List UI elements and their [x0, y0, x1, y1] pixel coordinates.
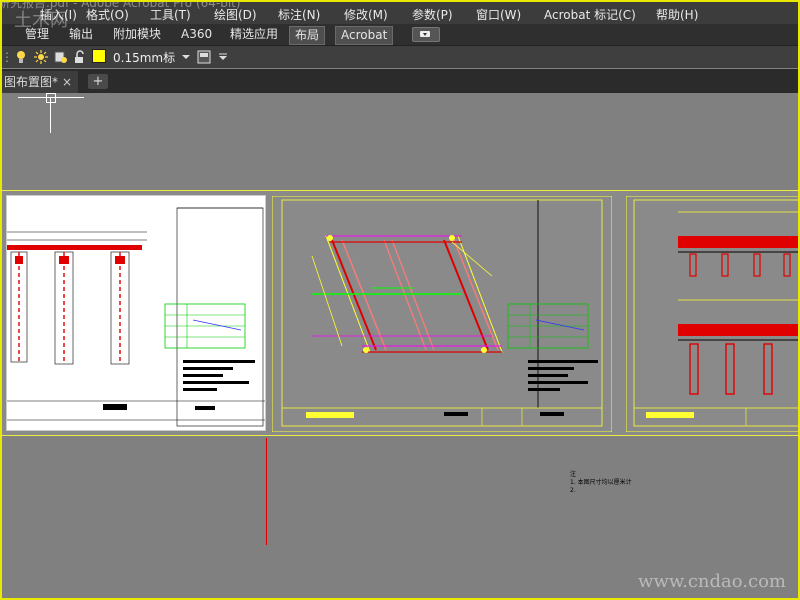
close-icon[interactable]: × — [62, 71, 72, 93]
tab-addins[interactable]: 附加模块 — [108, 26, 166, 43]
plan-drawing — [271, 195, 613, 433]
ribbon-options-button[interactable] — [412, 27, 440, 42]
plan-table — [507, 303, 589, 349]
section-upper — [678, 211, 800, 277]
pier-right — [110, 251, 130, 365]
drawing-canvas[interactable]: 注 1. 本图尺寸均以厘米计 2. — [0, 93, 800, 600]
model-space-note: 注 1. 本图尺寸均以厘米计 2. — [570, 471, 632, 495]
freeze-viewport-icon[interactable] — [54, 49, 68, 64]
toolbar-grip-icon: ⋮ — [1, 49, 13, 64]
sun-icon[interactable] — [34, 49, 48, 64]
menu-modify[interactable]: 修改(M) — [344, 6, 388, 23]
note-title: 注 — [570, 471, 577, 478]
elevation-drawing — [7, 207, 265, 427]
watermark-logo: 土木网 — [14, 10, 68, 31]
section-lower — [678, 299, 800, 395]
title-block-2 — [282, 407, 602, 426]
layer-dropdown-arrow-icon[interactable] — [180, 49, 192, 64]
skewed-deck — [311, 235, 503, 353]
ribbon-dropdown-icon — [420, 31, 430, 37]
menu-window[interactable]: 窗口(W) — [476, 6, 521, 23]
menu-bar: 研究报告.pdf - Adobe Acrobat Pro (64-bit) 插入… — [0, 0, 800, 24]
menu-help[interactable]: 帮助(H) — [656, 6, 698, 23]
tab-featured-apps[interactable]: 精选应用 — [225, 26, 283, 43]
pier-middle — [54, 251, 74, 365]
title-block-3 — [634, 407, 800, 426]
tab-acrobat[interactable]: Acrobat — [335, 26, 394, 45]
toolbar-overflow-icon[interactable] — [217, 49, 229, 64]
new-tab-button[interactable]: + — [88, 74, 108, 89]
document-tab[interactable]: 图布置图* × — [0, 71, 78, 93]
document-tab-label: 图布置图* — [4, 75, 59, 89]
pier-left — [10, 251, 28, 363]
layer-toolbar: ⋮ 0.15mm标 — [0, 46, 800, 68]
menu-parameters[interactable]: 参数(P) — [412, 6, 453, 23]
viewport-boundary-line — [266, 438, 267, 545]
title-block-1 — [7, 400, 265, 421]
section-drawing — [625, 195, 800, 433]
tab-output[interactable]: 输出 — [64, 26, 98, 43]
menu-dimension[interactable]: 标注(N) — [278, 6, 320, 23]
notes-block-1 — [183, 360, 255, 391]
tab-layout[interactable]: 布局 — [289, 26, 326, 45]
tab-a360[interactable]: A360 — [176, 26, 217, 43]
layer-state-icon[interactable] — [197, 49, 211, 64]
menu-draw[interactable]: 绘图(D) — [214, 6, 257, 23]
watermark-url: www.cndao.com — [638, 571, 786, 592]
crosshair-pickbox — [46, 93, 56, 103]
note-line-2: 2. — [570, 487, 576, 494]
layer-color-swatch[interactable] — [92, 49, 106, 63]
drawing-sheet-section[interactable] — [625, 195, 800, 433]
menu-format[interactable]: 格式(O) — [86, 6, 129, 23]
menu-tools[interactable]: 工具(T) — [150, 6, 191, 23]
lightbulb-icon[interactable] — [14, 49, 28, 64]
drawing-sheet-elevation[interactable] — [6, 195, 266, 431]
ribbon-tab-bar: 管理 输出 附加模块 A360 精选应用 布局 Acrobat — [0, 24, 800, 46]
unlock-icon[interactable] — [72, 49, 86, 64]
layer-name-label: 0.15mm标 — [113, 51, 176, 65]
menu-acrobat-markup[interactable]: Acrobat 标记(C) — [544, 6, 636, 23]
document-tab-bar: 图布置图* × + — [0, 69, 800, 93]
note-line-1: 1. 本图尺寸均以厘米计 — [570, 479, 632, 486]
drawing-sheet-plan[interactable] — [271, 195, 613, 433]
